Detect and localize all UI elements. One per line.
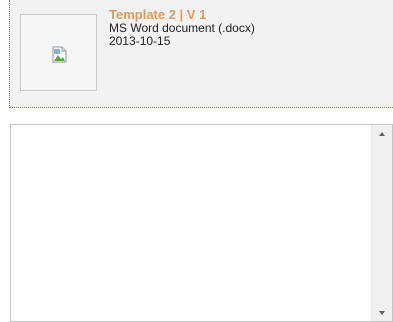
scroll-up-button[interactable] <box>372 125 392 142</box>
text-area-container <box>10 124 393 322</box>
template-thumbnail[interactable] <box>20 14 97 91</box>
scroll-down-button[interactable] <box>372 304 392 321</box>
broken-image-icon <box>52 46 67 63</box>
scroll-up-arrow-icon <box>379 131 385 136</box>
template-date: 2013-10-15 <box>109 34 171 48</box>
vertical-scrollbar[interactable] <box>371 125 392 321</box>
template-card[interactable]: Template 2 | V 1 MS Word document (.docx… <box>9 0 393 108</box>
template-title[interactable]: Template 2 | V 1 <box>109 8 255 22</box>
scroll-down-arrow-icon <box>379 310 385 315</box>
template-info: Template 2 | V 1 MS Word document (.docx… <box>109 8 255 48</box>
text-area[interactable] <box>11 125 371 321</box>
